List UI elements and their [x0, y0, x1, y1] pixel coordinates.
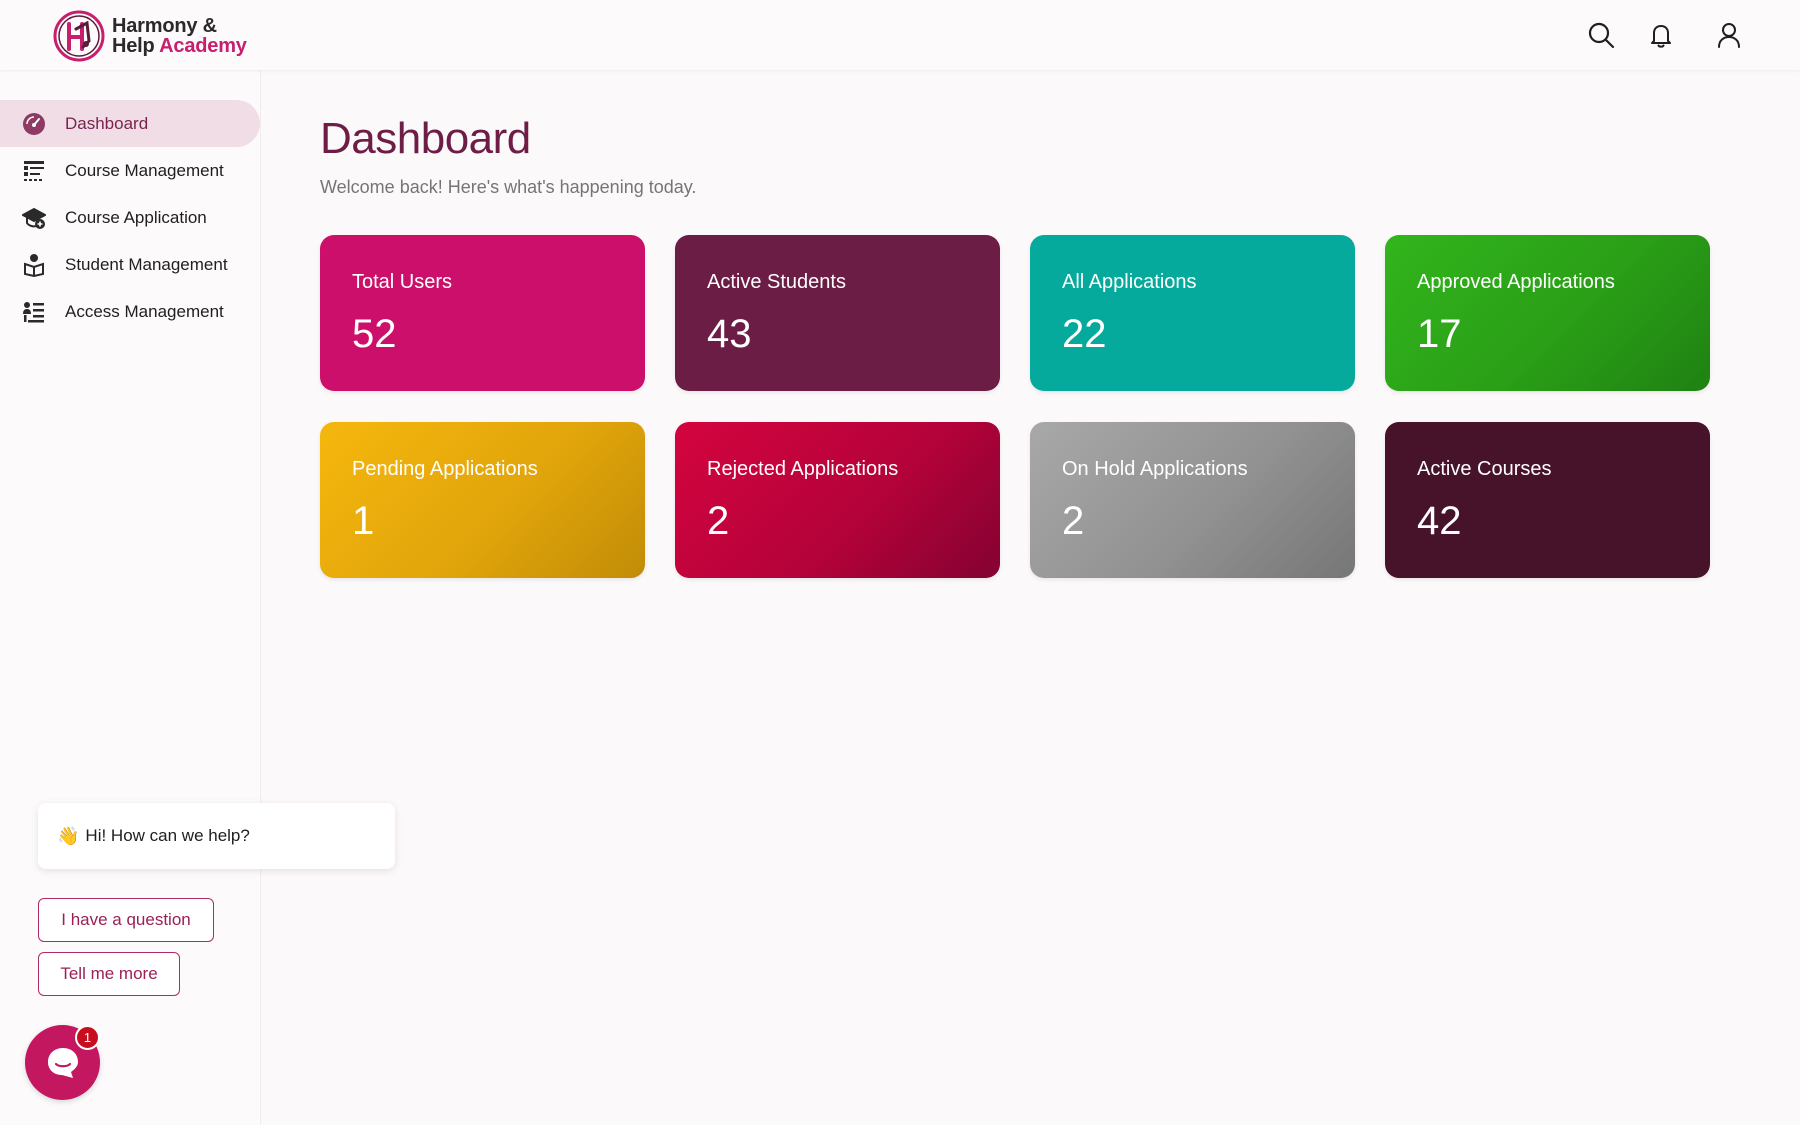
- stat-label: Rejected Applications: [707, 458, 899, 480]
- stat-card-rejected-applications[interactable]: Rejected Applications 2: [675, 422, 1000, 578]
- user-access-list-icon: [21, 299, 47, 325]
- stat-label: Active Students: [707, 271, 846, 293]
- stat-card-active-students[interactable]: Active Students 43: [675, 235, 1000, 391]
- sidebar-item-dashboard[interactable]: Dashboard: [0, 100, 260, 147]
- sidebar-item-access-management[interactable]: Access Management: [0, 288, 260, 335]
- stat-card-approved-applications[interactable]: Approved Applications 17: [1385, 235, 1710, 391]
- bell-icon: [1651, 25, 1671, 48]
- chat-option-question-button[interactable]: I have a question: [38, 898, 214, 942]
- stat-card-on-hold-applications[interactable]: On Hold Applications 2: [1030, 422, 1355, 578]
- chat-option-tell-more-button[interactable]: Tell me more: [38, 952, 180, 996]
- student-reading-icon: [21, 252, 47, 278]
- profile-button[interactable]: [1712, 18, 1746, 52]
- brand-line-1: Harmony &: [112, 15, 217, 37]
- stat-card-total-users[interactable]: Total Users 52: [320, 235, 645, 391]
- stat-label: Total Users: [352, 271, 453, 293]
- sidebar-item-label: Course Management: [65, 160, 224, 180]
- chat-icon: [47, 1047, 78, 1078]
- stat-card-all-applications[interactable]: All Applications 22: [1030, 235, 1355, 391]
- brand-line-2b: Academy: [159, 35, 247, 57]
- stat-value: 1: [352, 499, 375, 543]
- chat-greeting-bubble: 👋 Hi! How can we help?: [38, 803, 395, 869]
- sidebar-item-student-management[interactable]: Student Management: [0, 241, 260, 288]
- stat-card-active-courses[interactable]: Active Courses 42: [1385, 422, 1710, 578]
- stat-label: Active Courses: [1417, 458, 1552, 480]
- stat-value: 52: [352, 312, 397, 356]
- stat-value: 17: [1417, 312, 1462, 356]
- brand-line-2a: Help: [112, 35, 155, 57]
- stat-label: All Applications: [1062, 271, 1197, 293]
- chat-greeting-text: Hi! How can we help?: [85, 826, 250, 845]
- page-subtitle: Welcome back! Here's what's happening to…: [320, 177, 697, 197]
- graduation-cap-add-icon: [21, 205, 47, 231]
- academy-logo-icon: [53, 10, 105, 62]
- top-header: Harmony & Help Academy: [0, 0, 1800, 70]
- sidebar-item-label: Student Management: [65, 254, 228, 274]
- search-button[interactable]: [1584, 18, 1618, 52]
- stat-card-pending-applications[interactable]: Pending Applications 1: [320, 422, 645, 578]
- brand-logo[interactable]: Harmony & Help Academy: [52, 9, 247, 63]
- search-icon: [1588, 22, 1615, 49]
- notifications-button[interactable]: [1644, 18, 1678, 52]
- stat-value: 2: [1062, 499, 1085, 543]
- stat-value: 43: [707, 312, 752, 356]
- stat-value: 42: [1417, 499, 1462, 543]
- brand-name: Harmony & Help Academy: [112, 16, 247, 56]
- sidebar-item-course-management[interactable]: Course Management: [0, 147, 260, 194]
- sidebar-item-label: Dashboard: [65, 113, 149, 133]
- dashboard-gauge-icon: [21, 111, 47, 137]
- sidebar-item-label: Access Management: [65, 301, 224, 321]
- user-icon: [1718, 23, 1740, 48]
- page-title: Dashboard: [320, 114, 531, 163]
- waving-hand-icon: 👋: [57, 825, 80, 846]
- stat-label: On Hold Applications: [1062, 458, 1248, 480]
- sidebar-item-label: Course Application: [65, 207, 207, 227]
- stat-label: Approved Applications: [1417, 271, 1615, 293]
- chat-unread-badge: 1: [75, 1025, 100, 1050]
- course-list-icon: [21, 158, 47, 184]
- stat-value: 22: [1062, 312, 1107, 356]
- sidebar-item-course-application[interactable]: Course Application: [0, 194, 260, 241]
- stat-label: Pending Applications: [352, 458, 538, 480]
- stat-value: 2: [707, 499, 730, 543]
